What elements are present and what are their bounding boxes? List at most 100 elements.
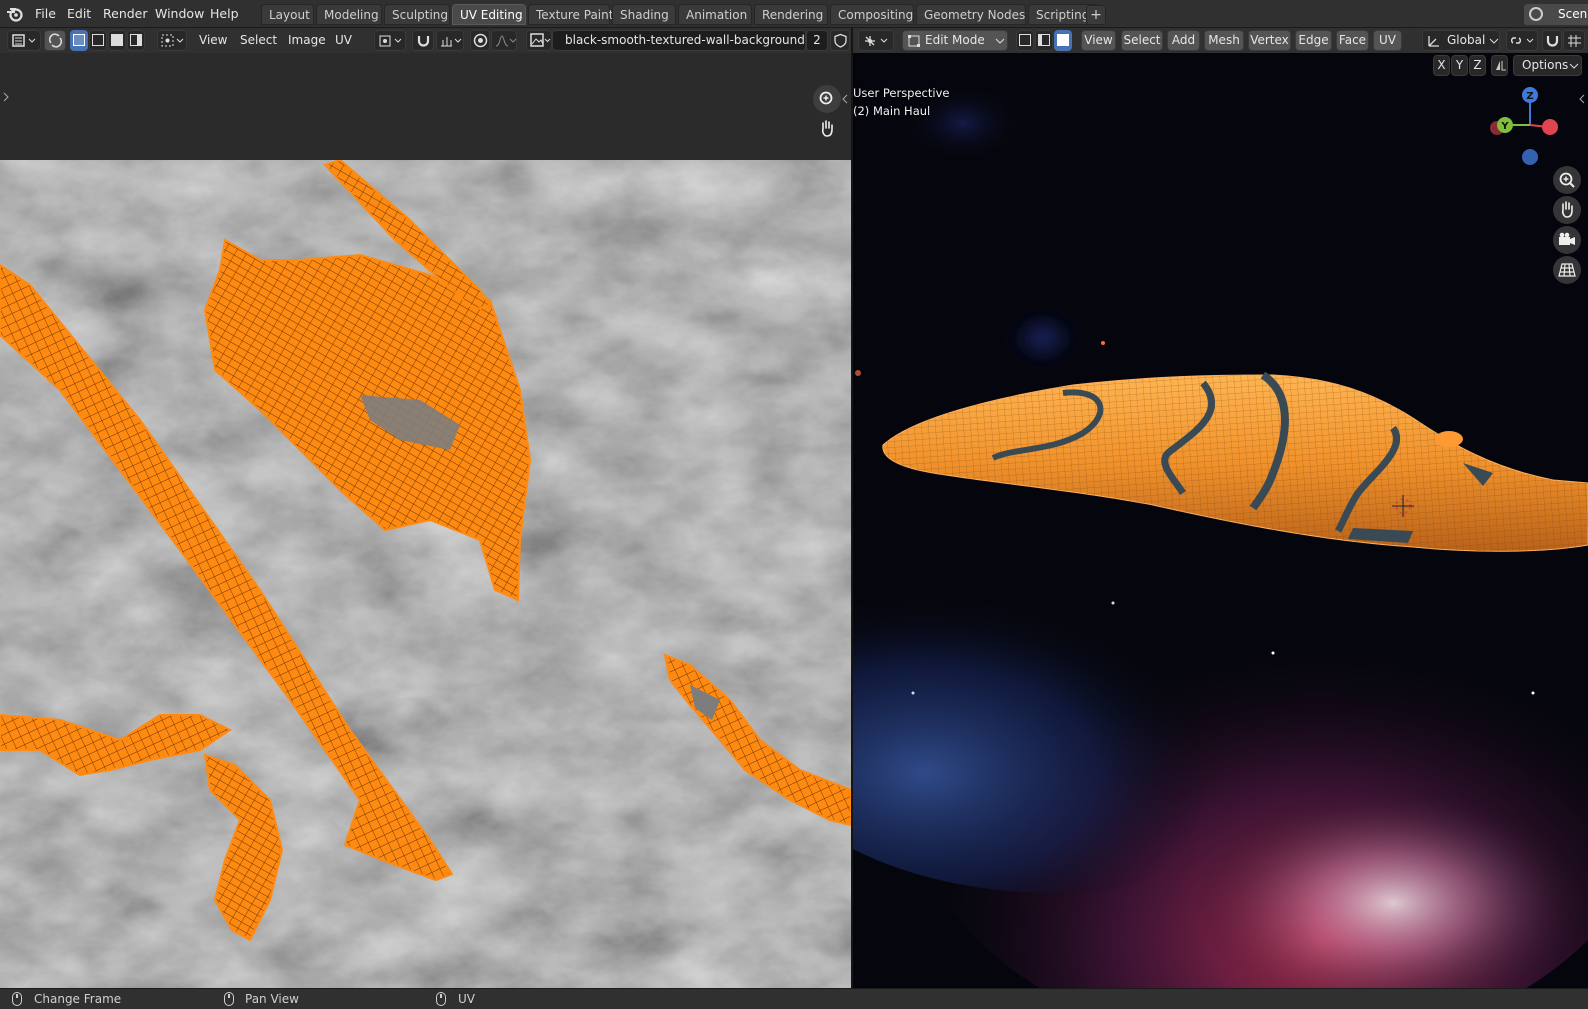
chevron-down-icon: [1489, 38, 1499, 44]
face-select-mode[interactable]: [1054, 30, 1072, 51]
browse-image-button[interactable]: [526, 30, 552, 51]
tab-compositing[interactable]: Compositing: [830, 4, 914, 25]
magnet-icon: [1546, 36, 1559, 47]
viewport-editor-type-button[interactable]: [858, 30, 894, 51]
viewport-snap-target[interactable]: [1563, 30, 1585, 51]
zoom-icon: [819, 91, 833, 105]
grid-snap-icon: [1568, 35, 1581, 47]
menu-help[interactable]: Help: [210, 0, 239, 28]
area-split-arrow-icon[interactable]: [840, 93, 850, 105]
sync-arrows-icon: [48, 33, 63, 48]
uv-canvas-empty-area: [0, 79, 851, 160]
sidebar-expand-arrow-icon[interactable]: [1577, 93, 1587, 105]
falloff-curve-icon: [495, 35, 517, 47]
transform-pivot-dropdown[interactable]: [1506, 30, 1538, 51]
z-axis-label: Z: [1526, 91, 1533, 102]
magnet-icon: [417, 36, 430, 47]
uv-menu-view[interactable]: View: [199, 28, 227, 53]
sticky-select-icon: [161, 34, 184, 47]
neg-z-axis-handle[interactable]: [1522, 149, 1538, 165]
viewport-zoom-button[interactable]: [1553, 166, 1581, 194]
uv-island-select-button[interactable]: [127, 30, 145, 51]
tab-modeling[interactable]: Modeling: [316, 4, 382, 25]
status-bar: Change Frame Pan View UV: [0, 988, 1588, 1009]
scene-icon: [1529, 7, 1543, 21]
toggle-perspective-button[interactable]: [1553, 256, 1581, 284]
uv-menu-image[interactable]: Image: [288, 28, 326, 53]
mode-dropdown[interactable]: Edit Mode: [902, 30, 1008, 51]
sidebar-expand-arrow-icon[interactable]: [2, 91, 10, 103]
y-axis-label: Y: [1500, 121, 1509, 132]
mode-label: Edit Mode: [925, 33, 985, 47]
uv-sync-toggle[interactable]: [44, 30, 66, 51]
top-bar: File Edit Render Window Help Layout Mode…: [0, 0, 1588, 28]
tab-texture-paint[interactable]: Texture Paint: [528, 4, 613, 25]
menu-render[interactable]: Render: [103, 0, 148, 28]
viewport-snap-toggle[interactable]: [1542, 30, 1562, 51]
status-uv-menu: UV: [458, 992, 475, 1006]
image-users-count[interactable]: 2: [806, 30, 828, 51]
vp-menu-face[interactable]: Face: [1336, 30, 1369, 51]
menu-edit[interactable]: Edit: [67, 0, 91, 28]
uv-editor-canvas[interactable]: [0, 53, 851, 988]
link-icon: [1511, 37, 1534, 44]
zoom-button[interactable]: [813, 85, 841, 113]
editor-type-button[interactable]: [7, 30, 41, 51]
menu-window[interactable]: Window: [155, 0, 204, 28]
fake-user-button[interactable]: [830, 30, 850, 51]
add-workspace-button[interactable]: +: [1086, 5, 1106, 25]
uv-menu-select[interactable]: Select: [240, 28, 277, 53]
mirror-y-toggle[interactable]: Y: [1451, 55, 1468, 76]
proportional-falloff-dropdown[interactable]: [491, 30, 517, 51]
uv-face-select-button[interactable]: [108, 30, 126, 51]
image-name-field[interactable]: black-smooth-textured-wall-background.jp…: [552, 30, 827, 51]
pan-button[interactable]: [813, 115, 841, 143]
camera-view-button[interactable]: [1553, 226, 1581, 254]
tab-layout[interactable]: Layout: [261, 4, 314, 25]
uv-edge-select-button[interactable]: [89, 30, 107, 51]
edge-select-mode[interactable]: [1035, 30, 1053, 51]
options-dropdown[interactable]: Options: [1513, 55, 1582, 76]
vp-menu-view[interactable]: View: [1081, 30, 1116, 51]
tab-geometry-nodes[interactable]: Geometry Nodes: [916, 4, 1026, 25]
tab-uv-editing[interactable]: UV Editing: [452, 4, 526, 25]
proportional-editing-toggle[interactable]: [470, 30, 490, 51]
blender-logo-icon[interactable]: [6, 5, 24, 23]
vp-menu-add[interactable]: Add: [1167, 30, 1200, 51]
mesh-symmetry-button[interactable]: [1491, 55, 1508, 76]
tab-animation[interactable]: Animation: [678, 4, 752, 25]
tab-rendering[interactable]: Rendering: [754, 4, 828, 25]
navigation-gizmo[interactable]: Z Y: [1490, 85, 1570, 170]
chevron-down-icon: [995, 38, 1005, 44]
mirror-z-toggle[interactable]: Z: [1469, 55, 1486, 76]
pivot-point-dropdown[interactable]: [374, 30, 406, 51]
snap-target-dropdown[interactable]: [436, 30, 464, 51]
camera-icon: [1559, 232, 1575, 245]
proportional-editing-icon: [473, 33, 488, 48]
shield-icon: [834, 33, 847, 48]
vp-menu-mesh[interactable]: Mesh: [1204, 30, 1244, 51]
vp-menu-vertex[interactable]: Vertex: [1248, 30, 1291, 51]
tab-sculpting[interactable]: Sculpting: [384, 4, 450, 25]
uv-menu-uv[interactable]: UV: [335, 28, 352, 53]
uv-vertex-select-button[interactable]: [70, 30, 88, 51]
vertex-select-mode[interactable]: [1016, 30, 1034, 51]
snap-toggle[interactable]: [412, 30, 434, 51]
menu-file[interactable]: File: [35, 0, 56, 28]
viewport-pan-button[interactable]: [1553, 196, 1581, 224]
x-axis-handle[interactable]: [1542, 119, 1558, 135]
sticky-selection-dropdown[interactable]: [157, 30, 187, 51]
mirror-x-toggle[interactable]: X: [1433, 55, 1450, 76]
transform-orientation-dropdown[interactable]: Global: [1422, 30, 1500, 51]
tab-shading[interactable]: Shading: [612, 4, 676, 25]
snap-increment-icon: [441, 37, 462, 47]
view-perspective-label: User Perspective: [853, 86, 950, 100]
status-change-frame: Change Frame: [34, 992, 122, 1006]
grid-perspective-icon: [1558, 263, 1576, 277]
3d-viewport[interactable]: User Perspective (2) Main Haul X Y Z Opt…: [853, 53, 1588, 988]
edit-mode-icon: [908, 35, 920, 47]
vp-menu-select[interactable]: Select: [1121, 30, 1163, 51]
hand-icon: [821, 120, 833, 137]
vp-menu-uv[interactable]: UV: [1373, 30, 1402, 51]
vp-menu-edge[interactable]: Edge: [1295, 30, 1332, 51]
